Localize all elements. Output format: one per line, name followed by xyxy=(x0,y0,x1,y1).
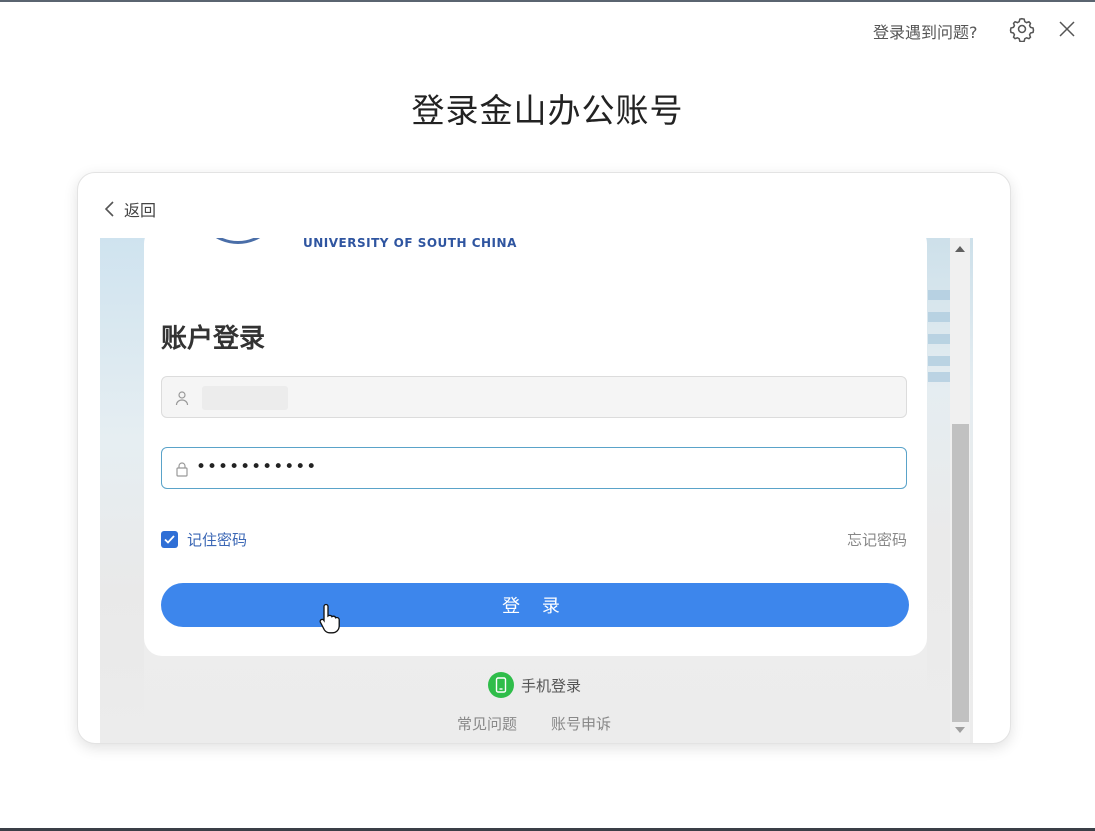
form-title: 账户登录 xyxy=(161,324,266,354)
background-left xyxy=(100,238,144,743)
login-panel: 返回 UNIVERSITY OF SOUTH CHINA 账户登录 ••••••… xyxy=(77,172,1011,744)
username-input[interactable] xyxy=(161,376,907,418)
window-top-border xyxy=(0,0,1095,2)
scrollbar-thumb[interactable] xyxy=(952,424,969,722)
pointer-cursor-icon xyxy=(319,603,340,634)
account-appeal-link[interactable]: 账号申诉 xyxy=(551,713,611,734)
embedded-login-webview: UNIVERSITY OF SOUTH CHINA 账户登录 •••••••••… xyxy=(100,238,973,743)
scroll-down-icon[interactable] xyxy=(950,723,970,737)
remember-password-checkbox[interactable]: 记住密码 xyxy=(161,529,247,550)
page-title: 登录金山办公账号 xyxy=(411,91,684,130)
login-button[interactable]: 登 录 xyxy=(161,583,909,627)
back-label: 返回 xyxy=(124,201,157,220)
gear-icon[interactable] xyxy=(1009,16,1035,42)
vertical-scrollbar[interactable] xyxy=(950,238,970,743)
scroll-up-icon[interactable] xyxy=(950,242,970,256)
faq-link[interactable]: 常见问题 xyxy=(457,713,517,734)
check-icon xyxy=(164,535,175,544)
remember-password-label: 记住密码 xyxy=(187,531,248,549)
forgot-password-link[interactable]: 忘记密码 xyxy=(847,529,907,550)
university-name: UNIVERSITY OF SOUTH CHINA xyxy=(303,238,517,250)
username-value-redacted xyxy=(202,386,288,410)
login-card: UNIVERSITY OF SOUTH CHINA 账户登录 •••••••••… xyxy=(144,238,927,656)
university-seal-logo xyxy=(194,238,282,244)
close-icon[interactable] xyxy=(1056,18,1078,40)
phone-icon xyxy=(488,672,514,698)
login-help-link[interactable]: 登录遇到问题? xyxy=(873,19,978,43)
phone-login-link[interactable]: 手机登录 xyxy=(488,672,581,698)
checkbox-box[interactable] xyxy=(161,531,178,548)
user-icon xyxy=(175,391,189,406)
phone-login-label: 手机登录 xyxy=(521,676,582,695)
password-input[interactable]: ••••••••••• xyxy=(161,447,907,489)
chevron-left-icon xyxy=(104,201,114,217)
password-value: ••••••••••• xyxy=(196,457,318,477)
lock-icon xyxy=(176,462,188,477)
back-button[interactable]: 返回 xyxy=(102,197,156,221)
